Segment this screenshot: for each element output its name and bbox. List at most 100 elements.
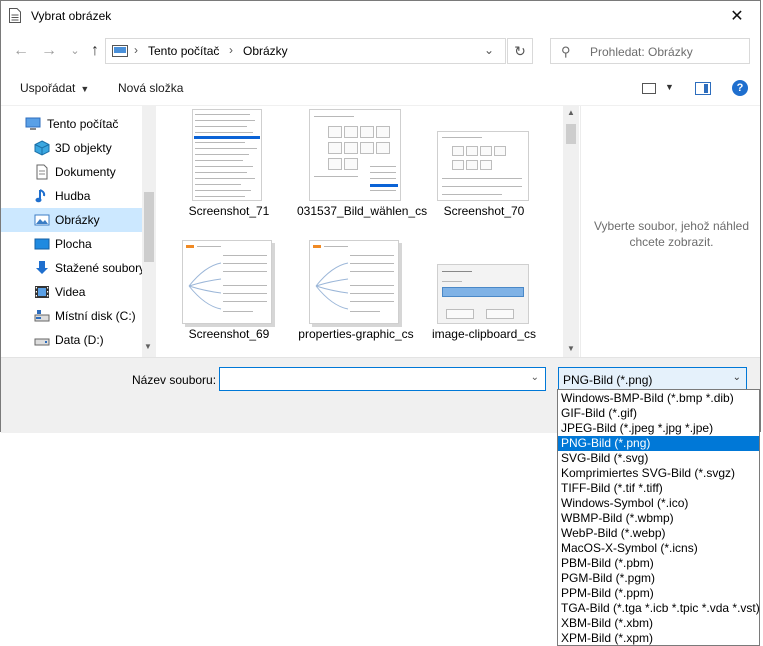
scroll-up-icon[interactable]: ▲ (567, 108, 575, 117)
scrollbar-thumb[interactable] (566, 124, 576, 144)
file-type-option[interactable]: Windows-BMP-Bild (*.bmp *.dib) (558, 391, 759, 406)
forward-arrow-icon: → (41, 42, 57, 59)
file-type-dropdown: Windows-BMP-Bild (*.bmp *.dib) GIF-Bild … (557, 389, 760, 646)
refresh-icon: ↻ (514, 42, 526, 59)
file-type-option[interactable]: SVG-Bild (*.svg) (558, 451, 759, 466)
file-type-option[interactable]: TGA-Bild (*.tga *.icb *.tpic *.vda *.vst… (558, 601, 760, 616)
file-type-option[interactable]: WebP-Bild (*.webp) (558, 526, 759, 541)
sidebar-item-label: Dokumenty (55, 165, 116, 179)
search-placeholder: Prohledat: Obrázky (590, 45, 693, 59)
file-name: properties-graphic_cs (298, 327, 414, 341)
scrollbar-thumb[interactable] (144, 192, 154, 262)
file-type-option[interactable]: PPM-Bild (*.ppm) (558, 586, 759, 601)
file-type-option[interactable]: WBMP-Bild (*.wbmp) (558, 511, 759, 526)
organize-button[interactable]: Uspořádat ▼ (20, 81, 89, 95)
file-type-option[interactable]: XPM-Bild (*.xpm) (558, 631, 759, 646)
sidebar-item-label: Data (D:) (55, 333, 104, 347)
organize-label: Uspořádat (20, 81, 76, 95)
sidebar-item-music[interactable]: Hudba (1, 184, 142, 208)
document-icon (9, 8, 21, 23)
file-type-option[interactable]: Windows-Symbol (*.ico) (558, 496, 759, 511)
window-title: Vybrat obrázek (31, 9, 112, 23)
navigation-pane: Tento počítač 3D objekty Dokumenty Hudba… (1, 106, 156, 357)
file-thumbnail (437, 131, 529, 201)
back-arrow-icon: ← (13, 42, 29, 59)
file-name: 031537_Bild_wählen_cs (297, 204, 428, 218)
caret-down-icon: ▼ (80, 84, 90, 94)
sidebar-item-pictures[interactable]: Obrázky (1, 208, 142, 232)
file-type-option[interactable]: Komprimiertes SVG-Bild (*.svgz) (558, 466, 759, 481)
sidebar-item-documents[interactable]: Dokumenty (1, 160, 142, 184)
filename-input[interactable]: ⌄ (219, 367, 546, 391)
address-bar[interactable]: › Tento počítač › Obrázky ⌄ (105, 38, 506, 64)
sidebar-item-label: Videa (55, 285, 86, 299)
new-folder-button[interactable]: Nová složka (118, 81, 183, 95)
sidebar-item-3d-objects[interactable]: 3D objekty (1, 136, 142, 160)
search-icon: ⚲ (561, 44, 571, 59)
3d-objects-icon (34, 140, 50, 156)
sidebar-scrollbar[interactable]: ▼ (142, 106, 156, 357)
back-button[interactable]: ← (11, 41, 31, 61)
file-type-option-selected[interactable]: PNG-Bild (*.png) (558, 436, 759, 451)
caret-down-icon[interactable]: ▼ (665, 82, 674, 92)
sidebar-item-label: Obrázky (55, 213, 100, 227)
file-open-dialog: Vybrat obrázek ✕ ← → ⌄ ↑ › Tento počítač… (0, 0, 762, 433)
local-disk-icon (34, 310, 50, 322)
sidebar-item-desktop[interactable]: Plocha (1, 232, 142, 256)
help-icon[interactable]: ? (732, 80, 748, 96)
close-button[interactable]: ✕ (714, 1, 760, 31)
preview-pane: Vyberte soubor, jehož náhled chcete zobr… (580, 106, 762, 357)
title-bar: Vybrat obrázek ✕ (1, 1, 760, 31)
sidebar-item-videos[interactable]: Videa (1, 280, 142, 304)
file-thumbnail (309, 240, 399, 324)
command-bar: Uspořádat ▼ Nová složka ▼ ? (1, 71, 760, 106)
file-list-scrollbar[interactable]: ▲ ▼ (563, 106, 579, 357)
file-thumbnail (192, 109, 262, 201)
up-button[interactable]: ↑ (85, 41, 105, 61)
file-type-option[interactable]: JPEG-Bild (*.jpeg *.jpg *.jpe) (558, 421, 759, 436)
scroll-down-icon[interactable]: ▼ (567, 344, 575, 353)
file-name: image-clipboard_cs (431, 327, 537, 341)
file-type-option[interactable]: XBM-Bild (*.xbm) (558, 616, 759, 631)
file-list: Screenshot_71 031537_Bild_wählen_cs Scre… (156, 106, 563, 357)
file-type-option[interactable]: PBM-Bild (*.pbm) (558, 556, 759, 571)
computer-icon (112, 45, 128, 57)
sidebar-item-local-disk[interactable]: Místní disk (C:) (1, 304, 142, 328)
sidebar-item-label: Plocha (55, 237, 92, 251)
sidebar-item-label: 3D objekty (55, 141, 112, 155)
filename-label: Název souboru: (132, 373, 217, 387)
sidebar-item-data-drive[interactable]: Data (D:) (1, 328, 142, 352)
breadcrumb-item[interactable]: Tento počítač (148, 44, 219, 58)
file-type-option[interactable]: PGM-Bild (*.pgm) (558, 571, 759, 586)
file-name: Screenshot_70 (443, 204, 525, 218)
sidebar-item-label: Stažené soubory (55, 261, 146, 275)
forward-button[interactable]: → (39, 41, 59, 61)
search-box[interactable]: ⚲ Prohledat: Obrázky (550, 38, 750, 64)
breadcrumb-separator: › (229, 43, 233, 57)
sidebar-item-label: Místní disk (C:) (55, 309, 136, 323)
sidebar-item-label: Hudba (55, 189, 91, 203)
refresh-button[interactable]: ↻ (507, 38, 533, 64)
file-type-option[interactable]: GIF-Bild (*.gif) (558, 406, 759, 421)
view-options-icon[interactable] (642, 83, 656, 94)
file-type-option[interactable]: TIFF-Bild (*.tif *.tiff) (558, 481, 759, 496)
sidebar-item-this-pc[interactable]: Tento počítač (1, 112, 142, 136)
sidebar-item-label: Tento počítač (47, 117, 119, 131)
up-arrow-icon: ↑ (91, 42, 99, 59)
scroll-down-icon[interactable]: ▼ (144, 342, 152, 351)
sidebar-item-downloads[interactable]: Stažené soubory (1, 256, 146, 280)
file-name: Screenshot_69 (188, 327, 270, 341)
recent-locations-button[interactable]: ⌄ (65, 41, 85, 61)
preview-pane-icon[interactable] (695, 82, 711, 95)
file-type-option[interactable]: MacOS-X-Symbol (*.icns) (558, 541, 759, 556)
file-type-select[interactable]: PNG-Bild (*.png) ⌄ (558, 367, 747, 391)
navigation-bar: ← → ⌄ ↑ › Tento počítač › Obrázky ⌄ ↻ ⚲ … (1, 31, 760, 71)
computer-icon (25, 117, 41, 130)
chevron-down-icon[interactable]: ⌄ (531, 372, 539, 383)
close-icon: ✕ (730, 8, 744, 25)
breadcrumb-item[interactable]: Obrázky (243, 44, 288, 58)
drive-icon (34, 338, 50, 346)
desktop-icon (34, 238, 50, 250)
chevron-down-icon[interactable]: ⌄ (484, 43, 494, 57)
music-icon (35, 189, 46, 203)
